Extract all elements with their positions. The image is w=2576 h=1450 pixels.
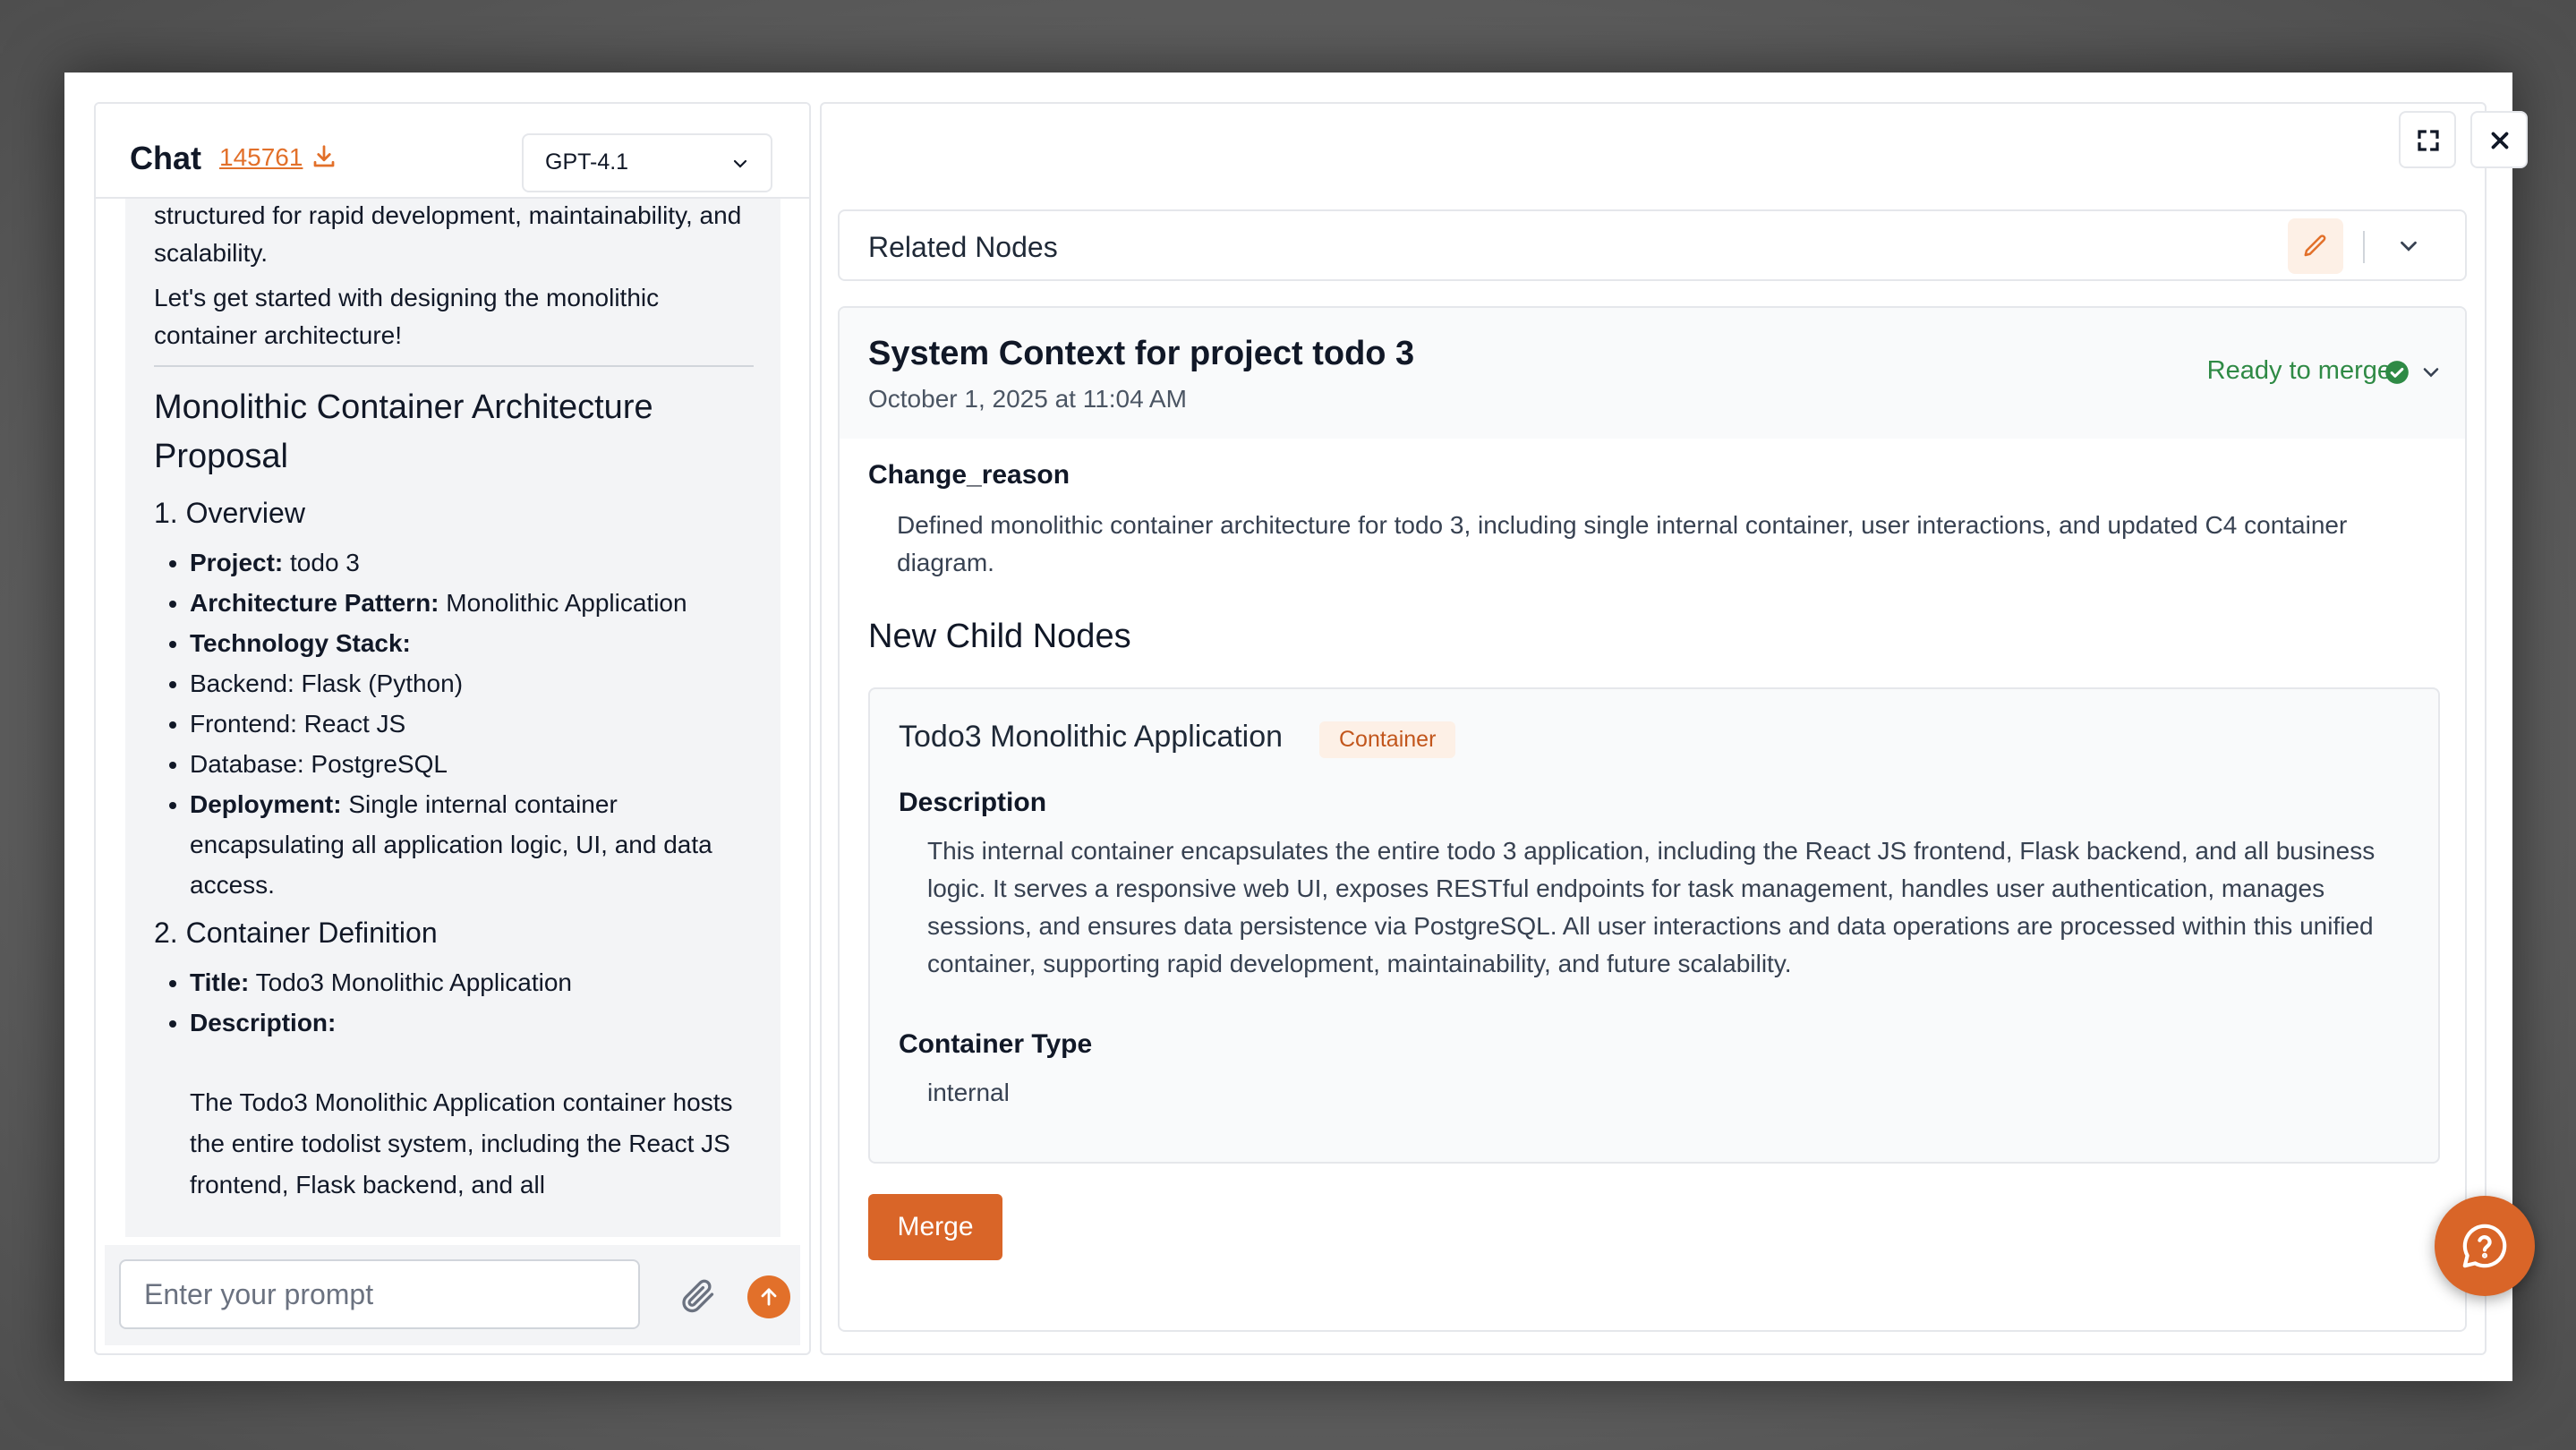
send-button[interactable]: [747, 1275, 790, 1318]
status-badge: Ready to merge: [2206, 356, 2392, 385]
close-button[interactable]: [2470, 111, 2528, 168]
list-item: Description:: [190, 1002, 754, 1043]
description-label: Description: [899, 788, 1047, 817]
chevron-down-icon[interactable]: [2418, 360, 2444, 385]
fullscreen-button[interactable]: [2399, 111, 2456, 168]
overview-heading: 1. Overview: [154, 497, 305, 529]
related-nodes-bar[interactable]: Related Nodes: [838, 209, 2467, 281]
overview-list: Project: todo 3 Architecture Pattern: Mo…: [154, 542, 754, 905]
container-list: Title: Todo3 Monolithic Application Desc…: [154, 962, 754, 1043]
child-description: This internal container encapsulates the…: [927, 837, 2376, 977]
container-heading: 2. Container Definition: [154, 917, 438, 949]
change-reason-label: Change_reason: [868, 460, 1070, 490]
check-circle-icon: [2385, 361, 2409, 384]
list-item: Technology Stack:: [190, 623, 754, 663]
paperclip-icon[interactable]: [678, 1275, 717, 1315]
child-node-card: Todo3 Monolithic Application Container D…: [868, 687, 2440, 1164]
chat-panel: Chat 145761 GPT-4.1 structured for rapid…: [94, 102, 811, 1355]
list-item: Backend: Flask (Python): [190, 663, 754, 704]
list-item: Frontend: React JS: [190, 704, 754, 744]
card-header: System Context for project todo 3 Octobe…: [840, 308, 2465, 439]
assistant-message: structured for rapid development, mainta…: [154, 199, 754, 1206]
child-node-name: Todo3 Monolithic Application: [899, 720, 1284, 754]
list-item: Deployment: Single internal container en…: [190, 784, 754, 905]
chat-input-bar: [105, 1245, 800, 1345]
list-item: Project: todo 3: [190, 542, 754, 583]
change-card: System Context for project todo 3 Octobe…: [838, 306, 2467, 1332]
chevron-down-icon: [733, 159, 747, 168]
chat-messages[interactable]: structured for rapid development, mainta…: [125, 199, 780, 1237]
chat-header: Chat 145761 GPT-4.1: [96, 104, 809, 199]
divider: [154, 365, 754, 367]
message-paragraph: Let's get started with designing the mon…: [154, 284, 660, 349]
message-paragraph: structured for rapid development, mainta…: [154, 201, 742, 267]
container-type-value: internal: [927, 1079, 1010, 1106]
divider: [2363, 231, 2365, 263]
model-select-value: GPT-4.1: [545, 149, 629, 175]
message-heading: Monolithic Container Architecture Propos…: [154, 388, 653, 475]
list-item: Architecture Pattern: Monolithic Applica…: [190, 583, 754, 623]
arrow-up-icon: [761, 1288, 777, 1306]
container-type-label: Container Type: [899, 1029, 1093, 1059]
expand-icon: [2418, 130, 2439, 151]
help-chat-button[interactable]: [2435, 1196, 2535, 1296]
change-reason-text: Defined monolithic container architectur…: [897, 511, 2348, 576]
description-text: The Todo3 Monolithic Application contain…: [190, 1088, 733, 1198]
card-title: System Context for project todo 3: [868, 335, 1415, 372]
prompt-input[interactable]: [119, 1259, 640, 1329]
related-nodes-title: Related Nodes: [868, 231, 1058, 263]
list-item: Database: PostgreSQL: [190, 744, 754, 784]
download-icon[interactable]: [311, 143, 337, 170]
help-chat-icon: [2462, 1224, 2507, 1268]
chevron-down-icon[interactable]: [2395, 233, 2422, 260]
merge-modal: Chat 145761 GPT-4.1 structured for rapid…: [64, 72, 2528, 1381]
list-item: Title: Todo3 Monolithic Application: [190, 962, 754, 1002]
card-date: October 1, 2025 at 11:04 AM: [868, 385, 1187, 413]
node-details-panel: Related Nodes System Context for project…: [820, 102, 2528, 1355]
model-select[interactable]: GPT-4.1: [522, 133, 772, 192]
type-badge: Container: [1319, 721, 1456, 758]
chat-id-link[interactable]: 145761: [219, 143, 303, 172]
edit-button[interactable]: [2288, 218, 2343, 274]
chat-title: Chat: [130, 140, 201, 176]
merge-button[interactable]: Merge: [868, 1194, 1002, 1260]
pencil-icon: [2304, 235, 2326, 257]
close-icon: [2491, 132, 2509, 149]
new-child-nodes-title: New Child Nodes: [868, 618, 1131, 655]
